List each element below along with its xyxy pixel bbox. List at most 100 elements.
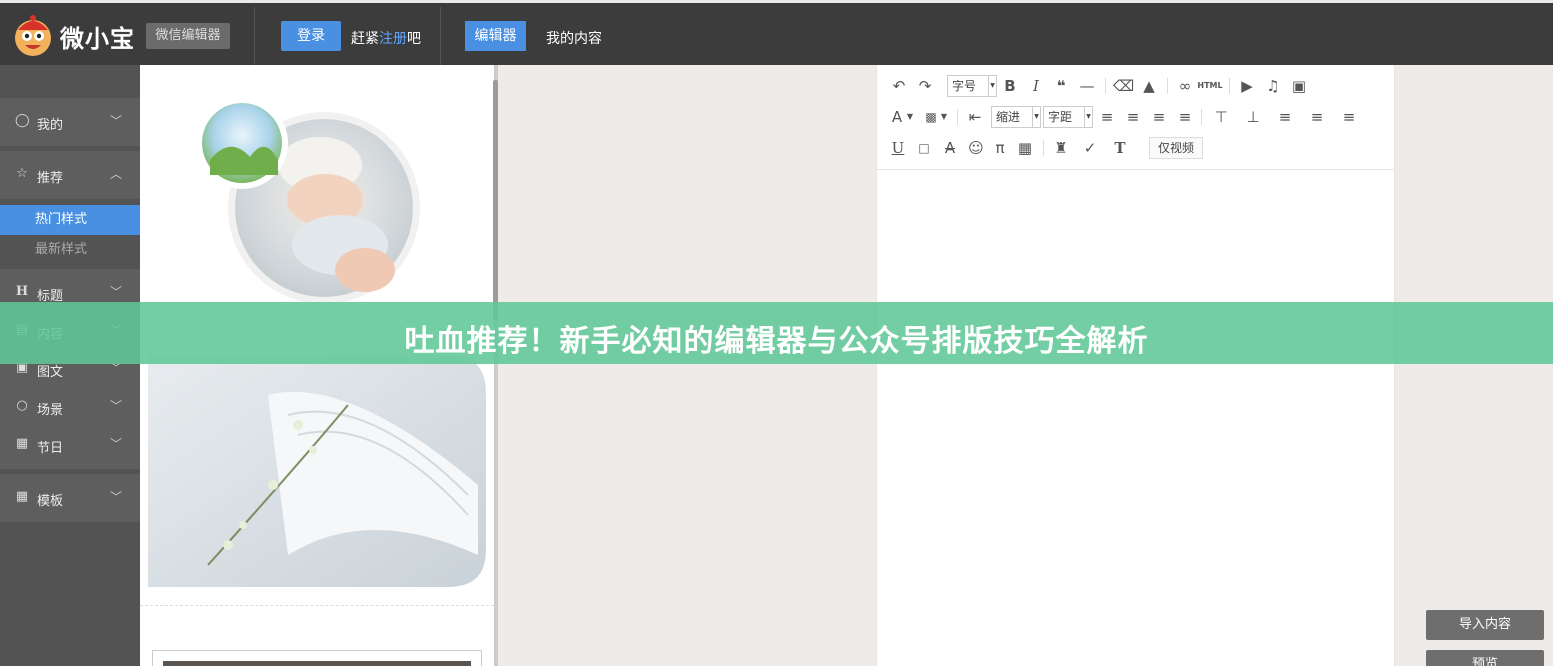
paragraph-spacing-bottom-icon[interactable]: ⊥ [1239,104,1267,130]
dropdown-arrow-icon[interactable]: ▼ [939,104,949,130]
toolbar-separator [1229,78,1230,94]
sidebar-item-mine[interactable]: ◯ 我的 ﹀ [0,98,140,146]
register-prompt: 赶紧注册吧 [351,28,421,48]
blockquote-icon[interactable]: ❝ [1051,73,1071,99]
format-brush-icon[interactable]: ▲ [1139,73,1159,99]
register-suffix: 吧 [407,31,421,47]
sidebar-subitem-hot-styles[interactable]: 热门样式 [0,205,140,235]
link-icon[interactable]: ∞ [1175,73,1195,99]
chevron-down-icon: ﹀ [109,490,122,504]
sidebar-item-template[interactable]: ▦ 模板 ﹀ [0,474,140,522]
toolbar-separator [1043,140,1044,156]
letter-spacing-label: 字距 [1048,110,1073,124]
sidebar-item-label: 场景 [37,403,64,418]
template-card-preview[interactable] [152,650,482,666]
sidebar: ◯ 我的 ﹀ ☆ 推荐 ︿ 热门样式 最新样式 H 标题 ﹀ ▤ 内容 ﹀ ▣ … [0,65,140,666]
formula-icon[interactable]: π [991,135,1009,161]
indent-label: 缩进 [996,110,1021,124]
chevron-down-icon: ﹀ [109,437,122,451]
border-text-icon[interactable]: □ [915,135,933,161]
sidebar-item-label: 推荐 [37,171,64,186]
sidebar-item-label: 模板 [37,494,64,509]
align-center-icon[interactable]: ≡ [1123,104,1143,130]
brand-name[interactable]: 微小宝 [60,19,135,54]
dropdown-arrow-icon: ▼ [1032,107,1040,127]
register-prefix: 赶紧 [351,31,379,47]
redo-icon[interactable]: ↷ [915,73,935,99]
right-column [1396,65,1553,666]
template-card-image [163,661,471,666]
text-format-icon[interactable]: T [1111,135,1129,161]
paragraph-spacing-top-icon[interactable]: ⊤ [1207,104,1235,130]
line-height-icon[interactable]: ≡ [1271,104,1299,130]
toolbar-row-3: U □ A ☺ π ▦ ♜ ✓ T 仅视频 [887,135,1387,161]
video-icon[interactable]: ▶ [1237,73,1257,99]
dropdown-arrow-icon: ▼ [988,76,996,96]
mascot-logo-icon[interactable] [12,12,54,58]
nav-editor-tab[interactable]: 编辑器 [465,21,526,51]
align-left-icon[interactable]: ≡ [1097,104,1117,130]
sidebar-subitem-new-styles[interactable]: 最新样式 [0,235,140,265]
sidebar-item-festival[interactable]: ▦ 节日 ﹀ [0,421,140,469]
divider [440,7,441,65]
undo-icon[interactable]: ↶ [889,73,909,99]
toolbar-separator [1201,109,1202,125]
toolbar-separator [1105,78,1106,94]
sidebar-item-recommend[interactable]: ☆ 推荐 ︿ [0,151,140,199]
dropdown-arrow-icon[interactable]: ▼ [905,104,915,130]
top-bar: 微小宝 微信编辑器 登录 赶紧注册吧 编辑器 我的内容 [0,0,1553,65]
toolbar-row-1: ↶ ↷ 字号 ▼ B I ❝ — ⌫ ▲ ∞ HTML ▶ ♫ ▣ [887,73,1387,99]
strikethrough-icon[interactable]: A [941,135,959,161]
nav-my-content-tab[interactable]: 我的内容 [546,28,602,48]
preview-button[interactable]: 预览 [1426,650,1544,666]
font-size-select[interactable]: 字号 ▼ [947,75,997,97]
table-icon[interactable]: ▦ [1015,135,1035,161]
template-panel [140,65,498,666]
underline-icon[interactable]: U [889,135,907,161]
eraser-icon[interactable]: ⌫ [1113,73,1134,99]
spellcheck-icon[interactable]: ✓ [1077,135,1103,161]
import-content-button[interactable]: 导入内容 [1426,610,1544,640]
editor-body[interactable] [877,171,1394,666]
outdent-icon[interactable]: ⇤ [965,104,985,130]
html-icon[interactable]: HTML [1197,73,1223,99]
template-book-photo[interactable] [148,355,486,587]
user-icon: ◯ [15,113,30,128]
unordered-list-icon[interactable]: ≡ [1335,104,1363,130]
headline-text: 吐血推荐！新手必知的编辑器与公众号排版技巧全解析 [404,324,1149,359]
headline-banner: 吐血推荐！新手必知的编辑器与公众号排版技巧全解析 [0,302,1553,364]
toolbar-separator [957,109,958,125]
letter-spacing-select[interactable]: 字距 ▼ [1043,106,1093,128]
emoji-icon[interactable]: ☺ [967,135,985,161]
divider [254,7,255,65]
star-icon: ☆ [16,166,28,181]
chevron-down-icon: ﹀ [109,114,122,128]
indent-select[interactable]: 缩进 ▼ [991,106,1041,128]
grid-icon: ▦ [15,489,29,504]
align-justify-icon[interactable]: ≡ [1175,104,1195,130]
find-replace-icon[interactable]: ♜ [1051,135,1071,161]
video-only-button[interactable]: 仅视频 [1149,137,1204,159]
sidebar-item-label: 节日 [37,441,64,456]
bold-icon[interactable]: B [1001,73,1019,99]
image-insert-icon[interactable]: ▣ [1289,73,1309,99]
heading-icon: H [15,284,29,299]
toolbar-separator [1167,78,1168,94]
horizontal-rule-icon[interactable]: — [1077,73,1097,99]
brand-tag: 微信编辑器 [146,23,230,49]
music-icon[interactable]: ♫ [1263,73,1283,99]
chevron-down-icon: ﹀ [109,285,122,299]
template-scrollbar[interactable] [493,80,498,320]
dropdown-arrow-icon: ▼ [1084,107,1092,127]
chevron-down-icon: ﹀ [109,399,122,413]
font-color-icon[interactable]: A [889,104,905,130]
align-right-icon[interactable]: ≡ [1149,104,1169,130]
sidebar-item-label: 我的 [37,118,64,133]
highlight-color-icon[interactable]: ▩ [923,104,939,130]
calendar-icon: ▦ [15,436,29,451]
register-link[interactable]: 注册 [379,31,407,47]
login-button[interactable]: 登录 [281,21,341,51]
ordered-list-icon[interactable]: ≡ [1303,104,1331,130]
editor-toolbar: ↶ ↷ 字号 ▼ B I ❝ — ⌫ ▲ ∞ HTML ▶ ♫ ▣ A ▼ ▩ ▼… [877,65,1394,170]
italic-icon[interactable]: I [1027,73,1045,99]
